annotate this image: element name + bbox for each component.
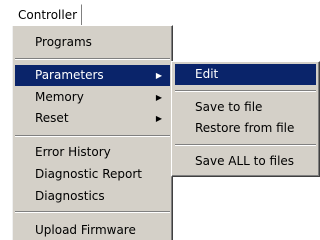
menu-item-diagnostics[interactable]: Diagnostics (15, 186, 170, 207)
controller-menu: Programs Parameters ▶ Memory ▶ Reset ▶ E… (11, 25, 173, 240)
menu-separator (175, 144, 316, 146)
submenu-item-label: Restore from file (195, 121, 295, 135)
submenu-item-save-to-file[interactable]: Save to file (175, 97, 316, 118)
menu-item-label: Programs (35, 35, 92, 49)
menu-item-reset[interactable]: Reset ▶ (15, 108, 170, 129)
menu-item-label: Parameters (35, 68, 104, 82)
submenu-arrow-icon: ▶ (155, 114, 162, 123)
menu-item-label: Error History (35, 145, 111, 159)
menu-item-label: Upload Firmware (35, 223, 136, 237)
menu-item-parameters[interactable]: Parameters ▶ (15, 65, 170, 86)
screen: Controller Programs Parameters ▶ Memory … (0, 0, 320, 240)
submenu-item-label: Save ALL to files (195, 154, 295, 168)
menu-item-label: Diagnostics (35, 189, 105, 203)
submenu-item-label: Edit (195, 67, 219, 81)
menu-item-label: Diagnostic Report (35, 167, 142, 181)
menu-item-memory[interactable]: Memory ▶ (15, 87, 170, 108)
menu-item-label: Memory (35, 90, 84, 104)
menu-item-error-history[interactable]: Error History (15, 142, 170, 163)
menu-item-upload-firmware[interactable]: Upload Firmware (15, 220, 170, 240)
parameters-submenu: Edit Save to file Restore from file Save… (171, 61, 320, 177)
menu-separator (15, 135, 170, 137)
menu-item-programs[interactable]: Programs (15, 32, 170, 53)
menu-separator (15, 211, 170, 213)
menu-separator (175, 90, 316, 92)
submenu-item-save-all-to-files[interactable]: Save ALL to files (175, 151, 316, 172)
menu-item-diagnostic-report[interactable]: Diagnostic Report (15, 164, 170, 185)
submenu-arrow-icon: ▶ (155, 71, 162, 80)
menu-separator (15, 58, 170, 60)
submenu-item-restore-from-file[interactable]: Restore from file (175, 118, 316, 139)
submenu-item-edit[interactable]: Edit (175, 64, 316, 85)
submenu-item-label: Save to file (195, 100, 263, 114)
menu-item-label: Reset (35, 111, 69, 125)
menubar-controller-label: Controller (18, 8, 78, 22)
menubar-controller[interactable]: Controller (11, 4, 82, 26)
submenu-arrow-icon: ▶ (155, 93, 162, 102)
